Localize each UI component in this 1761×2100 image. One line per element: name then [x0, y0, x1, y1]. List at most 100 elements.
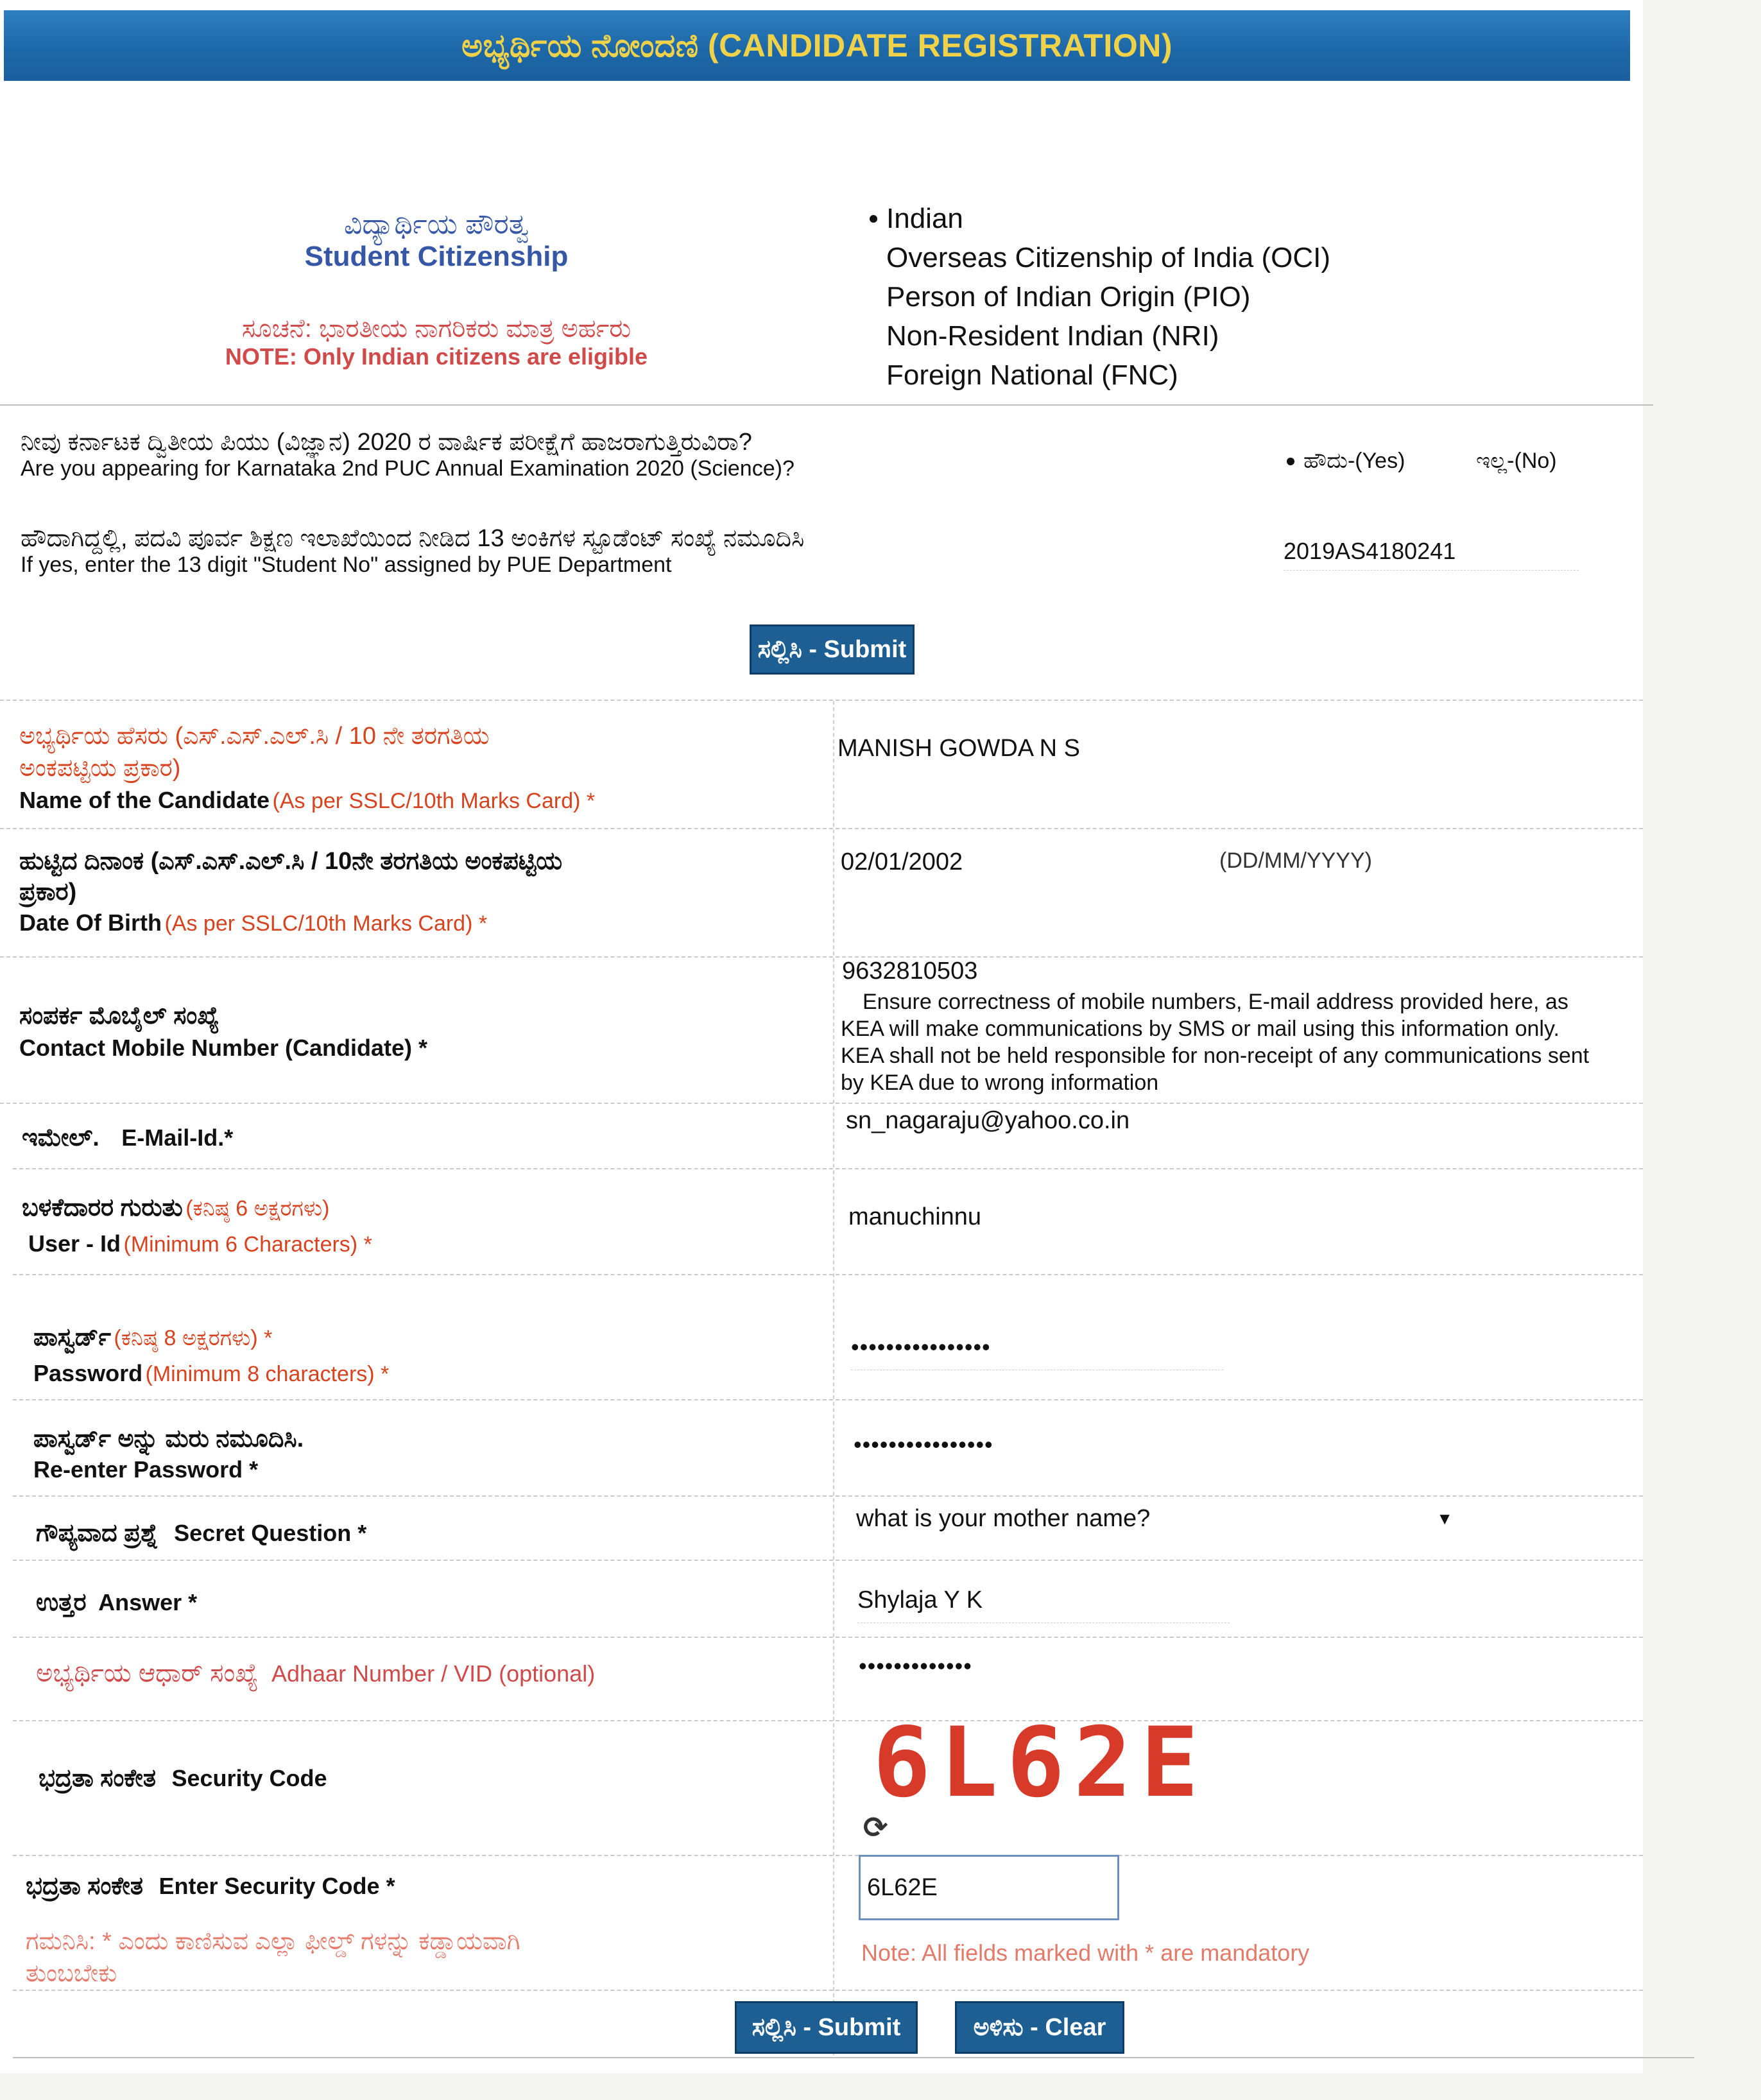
- answer-input[interactable]: Shylaja Y K: [857, 1587, 1230, 1623]
- puc-question-kn: ನೀವು ಕರ್ನಾಟಕ ದ್ವಿತೀಯ ಪಿಯು (ವಿಜ್ಞಾನ) 2020…: [21, 429, 752, 456]
- divider: [0, 404, 1653, 406]
- secret-question-label: ಗೌಪ್ಯವಾದ ಪ್ರಶ್ನೆ Secret Question *: [36, 1520, 366, 1547]
- radio-unselected-icon: [870, 293, 877, 301]
- student-no-question: ಹೌದಾಗಿದ್ದಲ್ಲಿ, ಪದವಿ ಪೂರ್ವ ಶಿಕ್ಷಣ ಇಲಾಖೆಯಿ…: [21, 525, 804, 578]
- dob-label-kn: ಹುಟ್ಟಿದ ದಿನಾಂಕ (ಎಸ್.ಎಸ್.ಎಲ್.ಸಿ / 10ನೇ ತರ…: [19, 848, 563, 875]
- citizenship-note: ಸೂಚನೆ: ಭಾರತೀಯ ನಾಗರಿಕರು ಮಾತ್ರ ಅರ್ಹರು NOTE…: [148, 314, 725, 370]
- citizenship-note-en: NOTE: Only Indian citizens are eligible: [225, 343, 648, 370]
- student-no-question-en: If yes, enter the 13 digit "Student No" …: [21, 553, 672, 577]
- security-code-label: ಭದ್ರತಾ ಸಂಕೇತ Security Code: [39, 1765, 327, 1793]
- divider: [0, 1103, 1643, 1104]
- divider: [13, 1637, 1643, 1638]
- citizenship-option-pio[interactable]: Person of Indian Origin (PIO): [870, 277, 1330, 316]
- password-label-kn: ಪಾಸ್ವರ್ಡ್: [33, 1324, 111, 1351]
- citizenship-note-kn: ಸೂಚನೆ: ಭಾರತೀಯ ನಾಗರಿಕರು ಮಾತ್ರ ಅರ್ಹರು: [241, 314, 631, 343]
- citizenship-option-fnc[interactable]: Foreign National (FNC): [870, 356, 1330, 395]
- aadhaar-label-kn: ಅಭ್ಯರ್ಥಿಯ ಆಧಾರ್ ಸಂಖ್ಯೆ: [36, 1659, 259, 1687]
- radio-selected-icon: [870, 214, 877, 223]
- secret-question-label-en: Secret Question *: [174, 1520, 367, 1546]
- email-input[interactable]: sn_nagaraju@yahoo.co.in: [846, 1107, 1130, 1135]
- name-input[interactable]: MANISH GOWDA N S: [838, 735, 1080, 762]
- page-title: ಅಭ್ಯರ್ಥಿಯ ನೋಂದಣಿ (CANDIDATE REGISTRATION…: [461, 27, 1173, 64]
- password-label: ಪಾಸ್ವರ್ಡ್ (ಕನಿಷ್ಠ 8 ಅಕ್ಷರಗಳು) * Password…: [33, 1322, 389, 1394]
- divider: [13, 1990, 1643, 1991]
- security-code-label-kn: ಭದ್ರತಾ ಸಂಕೇತ: [39, 1765, 157, 1792]
- mandatory-note-en: Note: All fields marked with * are manda…: [861, 1940, 1310, 1966]
- citizenship-option-nri[interactable]: Non-Resident Indian (NRI): [870, 316, 1330, 356]
- radio-unselected-icon: [870, 372, 877, 379]
- email-label: ಇಮೇಲ್. E-Mail-Id.*: [22, 1124, 233, 1152]
- submit-top-button[interactable]: ಸಲ್ಲಿಸಿ - Submit: [750, 624, 915, 675]
- repassword-input[interactable]: ••••••••••••••••: [854, 1431, 993, 1458]
- divider: [13, 1720, 1643, 1721]
- password-label-kn-note: (ಕನಿಷ್ಠ 8 ಅಕ್ಷರಗಳು) *: [114, 1326, 273, 1350]
- password-label-en: Password: [33, 1360, 143, 1386]
- citizenship-option-oci[interactable]: Overseas Citizenship of India (OCI): [870, 238, 1330, 277]
- divider: [13, 1855, 1643, 1856]
- userid-label: ಬಳಕೆದಾರರ ಗುರುತು (ಕನಿಷ್ಠ 6 ಅಕ್ಷರಗಳು) User…: [22, 1192, 372, 1264]
- citizenship-label: ವಿದ್ಯಾರ್ಥಿಯ ಪೌರತ್ವ Student Citizenship: [282, 209, 590, 273]
- dob-label: ಹುಟ್ಟಿದ ದಿನಾಂಕ (ಎಸ್.ಎಸ್.ಎಲ್.ಸಿ / 10ನೇ ತರ…: [19, 846, 562, 943]
- column-divider: [833, 701, 834, 2055]
- mobile-input[interactable]: 9632810503: [842, 958, 977, 985]
- divider: [13, 2057, 1694, 2058]
- citizenship-option-indian[interactable]: Indian: [870, 199, 1330, 238]
- aadhaar-label: ಅಭ್ಯರ್ಥಿಯ ಆಧಾರ್ ಸಂಖ್ಯೆ Adhaar Number / V…: [36, 1659, 595, 1688]
- name-label-note: (As per SSLC/10th Marks Card) *: [272, 789, 596, 813]
- student-no-question-kn: ಹೌದಾಗಿದ್ದಲ್ಲಿ, ಪದವಿ ಪೂರ್ವ ಶಿಕ್ಷಣ ಇಲಾಖೆಯಿ…: [21, 525, 805, 552]
- dob-input[interactable]: 02/01/2002: [841, 848, 963, 876]
- userid-label-kn-note: (ಕನಿಷ್ಠ 6 ಅಕ್ಷರಗಳು): [185, 1196, 330, 1221]
- userid-label-en-note: (Minimum 6 Characters) *: [123, 1232, 372, 1257]
- answer-label: ಉತ್ತರ Answer *: [36, 1589, 197, 1617]
- citizenship-radio-group: Indian Overseas Citizenship of India (OC…: [870, 199, 1330, 395]
- aadhaar-input[interactable]: •••••••••••••: [859, 1653, 972, 1680]
- answer-label-kn: ಉತ್ತರ: [36, 1589, 87, 1616]
- puc-no-radio[interactable]: ಇಲ್ಲ-(No): [1476, 442, 1557, 481]
- puc-question: ನೀವು ಕರ್ನಾಟಕ ದ್ವಿತೀಯ ಪಿಯು (ವಿಜ್ಞಾನ) 2020…: [21, 429, 795, 481]
- mobile-hint: Ensure correctness of mobile numbers, E-…: [841, 990, 1590, 1095]
- divider: [0, 700, 1643, 701]
- dob-format-hint: (DD/MM/YYYY): [1219, 848, 1372, 873]
- divider: [13, 1399, 1643, 1400]
- mobile-label: ಸಂಪರ್ಕ ಮೊಬೈಲ್ ಸಂಖ್ಯೆ Contact Mobile Numb…: [19, 1000, 427, 1064]
- aadhaar-label-en: Adhaar Number / VID (optional): [271, 1660, 596, 1687]
- userid-input[interactable]: manuchinnu: [848, 1203, 981, 1231]
- password-label-en-note: (Minimum 8 characters) *: [145, 1362, 390, 1386]
- security-code-input[interactable]: 6L62E: [859, 1855, 1119, 1920]
- header-bar: ಅಭ್ಯರ್ಥಿಯ ನೋಂದಣಿ (CANDIDATE REGISTRATION…: [4, 10, 1630, 81]
- dob-label-en: Date Of Birth: [19, 909, 162, 936]
- divider: [13, 1495, 1643, 1497]
- captcha-image: 6L62E: [873, 1707, 1208, 1819]
- refresh-captcha-icon[interactable]: ⟳: [863, 1810, 888, 1845]
- radio-unselected-icon: [870, 332, 877, 340]
- radio-unselected-icon: [870, 254, 877, 262]
- answer-label-en: Answer *: [98, 1589, 198, 1615]
- submit-button[interactable]: ಸಲ್ಲಿಸಿ - Submit: [735, 2001, 918, 2054]
- enter-security-code-label-en: Enter Security Code *: [159, 1873, 395, 1899]
- password-input[interactable]: ••••••••••••••••: [851, 1334, 1223, 1370]
- dropdown-arrow-icon: ▼: [1436, 1508, 1453, 1528]
- clear-button[interactable]: ಅಳಿಸು - Clear: [955, 2001, 1124, 2054]
- dob-label-kn2: ಪ್ರಕಾರ): [19, 879, 77, 906]
- divider: [13, 1168, 1643, 1169]
- name-label-kn: ಅಭ್ಯರ್ಥಿಯ ಹೆಸರು (ಎಸ್.ಎಸ್.ಎಲ್.ಸಿ / 10 ನೇ …: [19, 723, 490, 750]
- divider: [0, 956, 1643, 958]
- email-label-kn: ಇಮೇಲ್.: [22, 1124, 99, 1151]
- citizenship-label-kn: ವಿದ್ಯಾರ್ಥಿಯ ಪೌರತ್ವ: [343, 209, 529, 240]
- name-label: ಅಭ್ಯರ್ಥಿಯ ಹೆಸರು (ಎಸ್.ಎಸ್.ಎಲ್.ಸಿ / 10 ನೇ …: [19, 720, 595, 822]
- citizenship-label-en: Student Citizenship: [304, 241, 569, 272]
- divider: [0, 828, 1643, 829]
- divider: [13, 1274, 1643, 1275]
- puc-yes-radio[interactable]: ಹೌದು-(Yes): [1287, 442, 1405, 481]
- registration-page: ಅಭ್ಯರ್ಥಿಯ ನೋಂದಣಿ (CANDIDATE REGISTRATION…: [0, 0, 1694, 2073]
- secret-question-label-kn: ಗೌಪ್ಯವಾದ ಪ್ರಶ್ನೆ: [36, 1520, 159, 1547]
- dob-label-note: (As per SSLC/10th Marks Card) *: [164, 911, 488, 936]
- enter-security-code-label-kn: ಭದ್ರತಾ ಸಂಕೇತ: [26, 1873, 144, 1900]
- secret-question-select[interactable]: what is your mother name? ▼: [856, 1501, 1453, 1536]
- userid-label-kn: ಬಳಕೆದಾರರ ಗುರುತು: [22, 1194, 183, 1221]
- divider: [13, 1560, 1643, 1561]
- mobile-label-en: Contact Mobile Number (Candidate) *: [19, 1035, 428, 1061]
- email-label-en: E-Mail-Id.*: [121, 1124, 234, 1151]
- userid-label-en: User - Id: [28, 1230, 121, 1257]
- student-no-input[interactable]: 2019AS4180241: [1284, 538, 1579, 571]
